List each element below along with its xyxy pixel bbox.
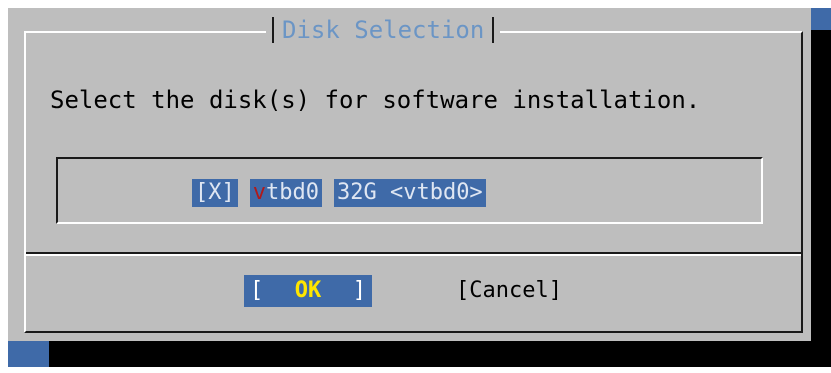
disk-name-rest: tbd0 <box>266 180 319 205</box>
ok-right-bracket: ] <box>352 278 366 303</box>
disk-description: 32G <vtbd0> <box>333 179 486 207</box>
disk-checkbox[interactable]: [X] <box>192 179 238 207</box>
ok-left-bracket: [ <box>250 278 264 303</box>
disk-selection-dialog: Disk Selection Select the disk(s) for so… <box>8 8 811 341</box>
ok-button[interactable]: [ OK ] <box>244 275 372 307</box>
dialog-title: Disk Selection <box>282 16 485 44</box>
dialog-shadow-bottom <box>49 341 831 367</box>
screen-top-edge <box>0 0 831 8</box>
dialog-shadow-right <box>811 30 831 367</box>
screen-bottom-edge <box>0 367 831 373</box>
screen-left-edge <box>0 0 8 373</box>
title-right-tick <box>492 17 495 43</box>
cancel-button[interactable]: [Cancel] <box>456 275 562 307</box>
title-left-tick <box>272 17 274 43</box>
disk-list-item[interactable]: [X] vtbd0 32G <vtbd0> <box>192 178 486 208</box>
ok-label: OK <box>294 278 322 303</box>
button-divider <box>26 254 801 256</box>
dialog-prompt: Select the disk(s) for software installa… <box>50 86 701 114</box>
disk-hotkey: v <box>252 180 266 205</box>
disk-name[interactable]: vtbd0 <box>249 179 322 207</box>
dialog-title-bar: Disk Selection <box>266 14 501 46</box>
